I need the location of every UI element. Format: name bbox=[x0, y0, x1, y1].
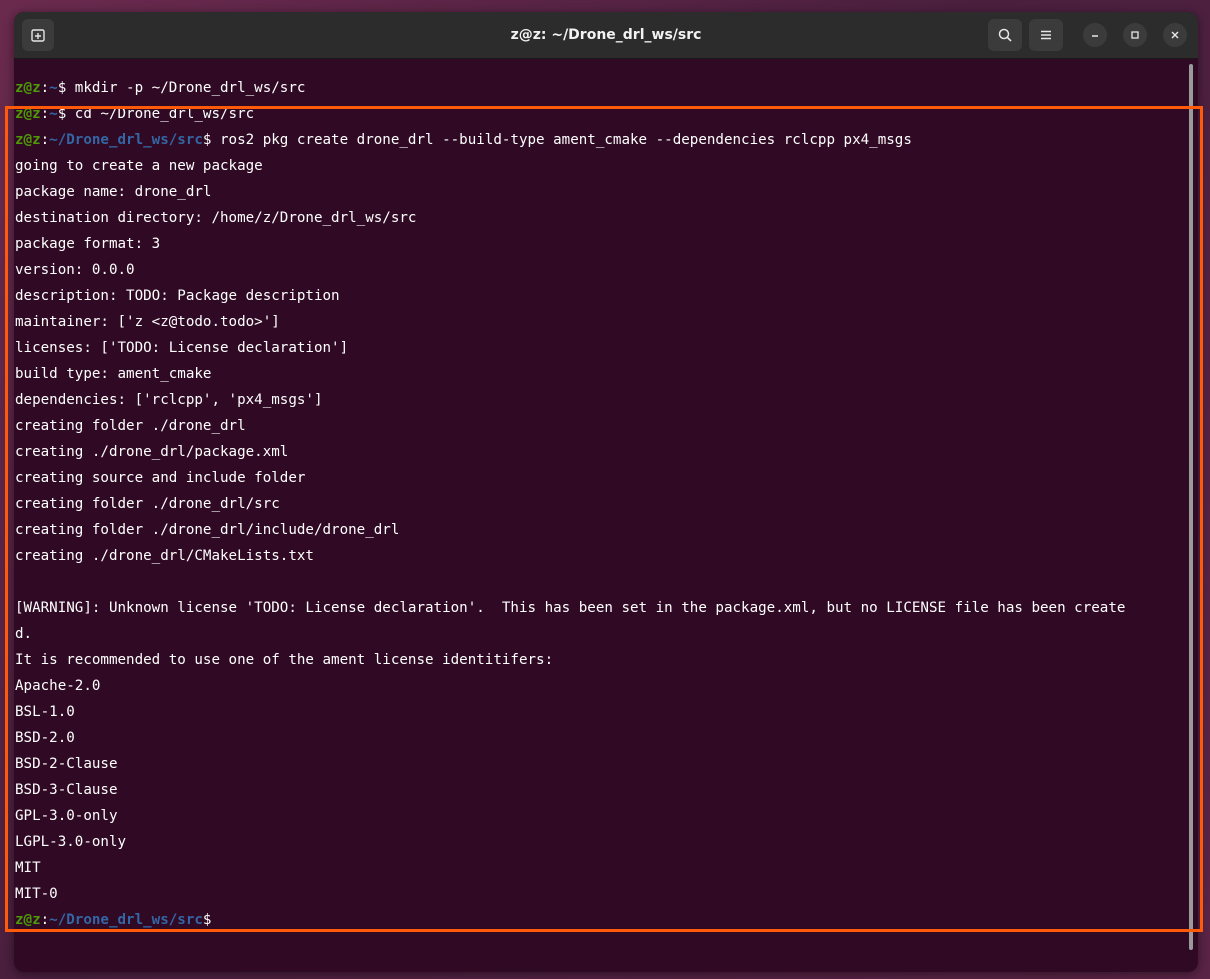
output-line: [WARNING]: Unknown license 'TODO: Licens… bbox=[15, 600, 1126, 616]
output-line: creating folder ./drone_drl/include/dron… bbox=[15, 522, 400, 538]
prompt-line: z@z:~/Drone_drl_ws/src$ ros2 pkg create … bbox=[15, 127, 912, 153]
maximize-button[interactable] bbox=[1123, 23, 1147, 47]
output-line: BSD-3-Clause bbox=[15, 782, 118, 798]
output-line: BSD-2-Clause bbox=[15, 756, 118, 772]
prompt-user: z@z bbox=[15, 80, 41, 96]
prompt-path: ~ bbox=[49, 80, 58, 96]
command-text: $ ros2 pkg create drone_drl --build-type… bbox=[202, 132, 912, 148]
output-line: LGPL-3.0-only bbox=[15, 834, 127, 850]
output-line: destination directory: /home/z/Drone_drl… bbox=[15, 210, 417, 226]
prompt-path: ~/Drone_drl_ws/src bbox=[49, 912, 203, 928]
output-line: MIT-0 bbox=[15, 886, 58, 902]
output-line: d. bbox=[15, 626, 33, 642]
new-tab-icon bbox=[31, 29, 45, 42]
output-line: dependencies: ['rclcpp', 'px4_msgs'] bbox=[15, 392, 323, 408]
minimize-button[interactable] bbox=[1083, 23, 1107, 47]
close-button[interactable] bbox=[1163, 23, 1187, 47]
prompt-user: z@z bbox=[15, 132, 41, 148]
output-line: creating source and include folder bbox=[15, 470, 306, 486]
terminal-window: z@z: ~/Drone_drl_ws/src z@z:~$ mkdir -p … bbox=[14, 12, 1198, 972]
output-line: package format: 3 bbox=[15, 236, 161, 252]
output-line: package name: drone_drl bbox=[15, 184, 212, 200]
output-line: Apache-2.0 bbox=[15, 678, 101, 694]
output-line: BSL-1.0 bbox=[15, 704, 75, 720]
command-text: $ mkdir -p ~/Drone_drl_ws/src bbox=[57, 80, 306, 96]
output-line: version: 0.0.0 bbox=[15, 262, 135, 278]
prompt-line: z@z:~$ cd ~/Drone_drl_ws/src bbox=[15, 101, 254, 127]
prompt-separator: : bbox=[40, 912, 50, 928]
hamburger-menu-icon bbox=[1041, 30, 1051, 40]
output-line: maintainer: ['z <z@todo.todo>'] bbox=[15, 314, 280, 330]
prompt-separator: : bbox=[40, 80, 50, 96]
new-tab-button[interactable] bbox=[22, 19, 54, 51]
prompt-separator: : bbox=[40, 106, 50, 122]
close-icon bbox=[1171, 31, 1179, 39]
output-line: creating folder ./drone_drl bbox=[15, 418, 246, 434]
menu-button[interactable] bbox=[1029, 19, 1063, 51]
output-line: creating ./drone_drl/CMakeLists.txt bbox=[15, 548, 314, 564]
output-line: description: TODO: Package description bbox=[15, 288, 340, 304]
output-line: going to create a new package bbox=[15, 158, 263, 174]
prompt-line: z@z:~/Drone_drl_ws/src$ bbox=[15, 907, 211, 933]
search-icon bbox=[998, 28, 1012, 42]
output-line: MIT bbox=[15, 860, 41, 876]
command-text: $ cd ~/Drone_drl_ws/src bbox=[57, 106, 255, 122]
prompt-user: z@z bbox=[15, 106, 41, 122]
search-button[interactable] bbox=[988, 19, 1022, 51]
scrollbar[interactable] bbox=[1189, 64, 1193, 950]
terminal-output[interactable]: z@z:~$ mkdir -p ~/Drone_drl_ws/src z@z:~$… bbox=[14, 62, 1184, 972]
minimize-icon bbox=[1092, 35, 1098, 37]
command-text: $ bbox=[202, 912, 212, 928]
title-bar: z@z: ~/Drone_drl_ws/src bbox=[14, 12, 1198, 59]
prompt-separator: : bbox=[40, 132, 50, 148]
output-line: It is recommended to use one of the amen… bbox=[15, 652, 554, 668]
output-line: licenses: ['TODO: License declaration'] bbox=[15, 340, 349, 356]
maximize-icon bbox=[1131, 31, 1139, 39]
output-line: BSD-2.0 bbox=[15, 730, 75, 746]
output-line: GPL-3.0-only bbox=[15, 808, 118, 824]
prompt-line: z@z:~$ mkdir -p ~/Drone_drl_ws/src bbox=[15, 75, 305, 101]
prompt-path: ~ bbox=[49, 106, 58, 122]
output-line: creating ./drone_drl/package.xml bbox=[15, 444, 289, 460]
prompt-user: z@z bbox=[15, 912, 41, 928]
output-line: build type: ament_cmake bbox=[15, 366, 212, 382]
prompt-path: ~/Drone_drl_ws/src bbox=[49, 132, 203, 148]
output-line: creating folder ./drone_drl/src bbox=[15, 496, 280, 512]
